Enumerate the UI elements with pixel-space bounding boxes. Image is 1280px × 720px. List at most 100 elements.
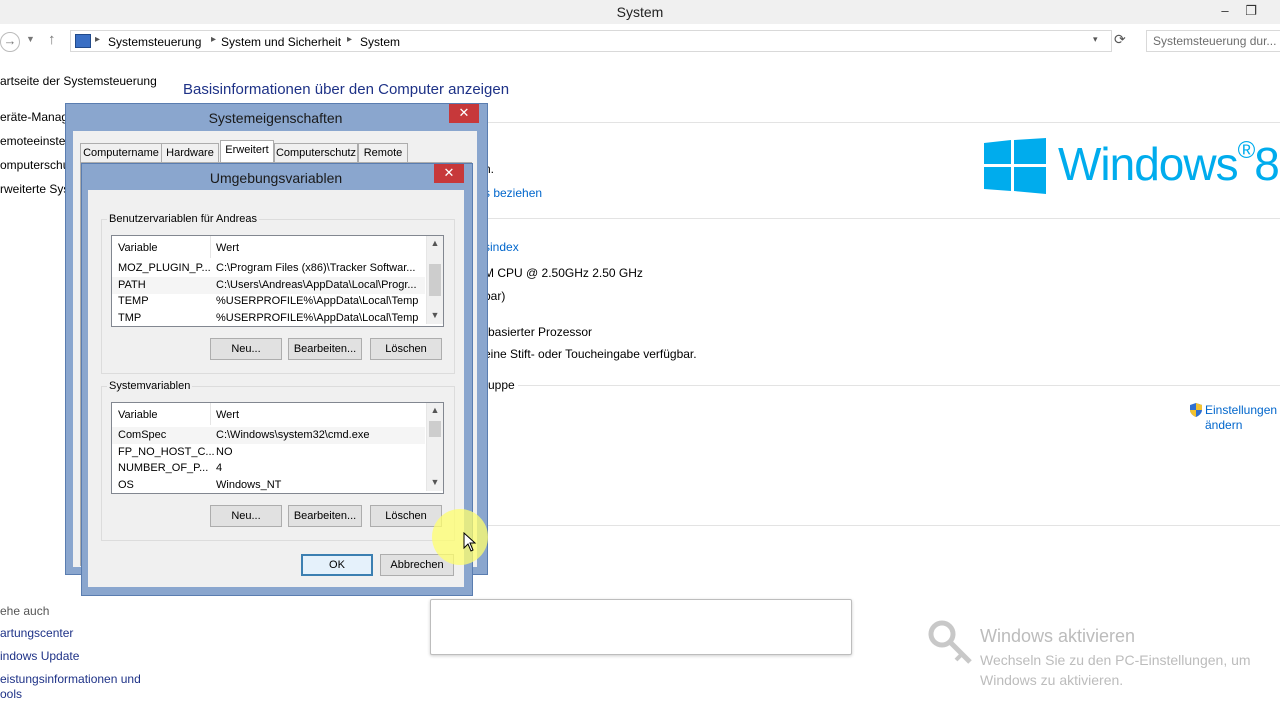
user-variables-list[interactable]: Variable Wert MOZ_PLUGIN_P... C:\Program… xyxy=(111,235,444,327)
breadcrumb-item[interactable]: System xyxy=(360,35,400,49)
activation-subtitle: Wechseln Sie zu den PC-Einstellungen, um… xyxy=(980,652,1251,688)
pen-touch-text: eine Stift- oder Toucheingabe verfügbar. xyxy=(484,347,697,361)
scrollbar[interactable]: ▲ ▼ xyxy=(426,403,443,491)
change-settings-link[interactable]: Einstellungen xyxy=(1205,403,1277,417)
tab-hardware[interactable]: Hardware xyxy=(161,143,219,162)
column-header-value[interactable]: Wert xyxy=(216,409,239,421)
get-more-features-link[interactable]: s beziehen xyxy=(484,186,542,200)
scroll-down-icon[interactable]: ▼ xyxy=(427,310,443,320)
mouse-pointer-icon xyxy=(463,531,477,555)
address-bar[interactable]: ▸ Systemsteuerung ▸ System und Sicherhei… xyxy=(70,30,1112,52)
system-delete-button[interactable]: Löschen xyxy=(370,505,442,527)
activation-title: Windows aktivieren xyxy=(980,626,1136,646)
table-row[interactable]: NUMBER_OF_P... 4 xyxy=(112,460,425,477)
search-input[interactable]: Systemsteuerung dur... xyxy=(1146,30,1280,52)
environment-variables-title: Umgebungsvariablen xyxy=(209,170,343,186)
logo-version: 8 xyxy=(1254,138,1280,190)
system-properties-tabs: Computername Hardware Erweitert Computer… xyxy=(80,140,410,163)
scroll-up-icon[interactable]: ▲ xyxy=(427,238,443,248)
see-also-performance-tools[interactable]: ools xyxy=(0,687,22,701)
see-also-windows-update[interactable]: indows Update xyxy=(0,649,79,663)
windows-logo-icon xyxy=(984,138,1046,197)
column-header-variable[interactable]: Variable xyxy=(118,242,158,254)
scroll-down-icon[interactable]: ▼ xyxy=(427,477,443,487)
blank-tooltip-box xyxy=(430,599,852,655)
column-header-value[interactable]: Wert xyxy=(216,242,239,254)
breadcrumb-item[interactable]: System und Sicherheit xyxy=(221,35,341,49)
table-row[interactable]: TEMP %USERPROFILE%\AppData\Local\Temp xyxy=(112,293,425,310)
breadcrumb-item[interactable]: Systemsteuerung xyxy=(108,35,201,49)
chevron-right-icon: ▸ xyxy=(347,34,353,45)
control-panel-home-link[interactable]: artseite der Systemsteuerung xyxy=(0,74,157,88)
system-properties-title: Systemeigenschaften xyxy=(208,110,343,126)
scroll-thumb[interactable] xyxy=(429,264,441,296)
change-settings-link-line2[interactable]: ändern xyxy=(1205,418,1242,432)
see-also-action-center[interactable]: artungscenter xyxy=(0,626,73,640)
chevron-down-icon[interactable]: ▾ xyxy=(1093,34,1098,45)
refresh-icon[interactable]: ⟳ xyxy=(1114,31,1126,48)
left-link-system-protection[interactable]: omputerschu xyxy=(0,158,69,172)
tab-remote[interactable]: Remote xyxy=(358,143,408,162)
variable-value: C:\Program Files (x86)\Tracker Softwar..… xyxy=(216,262,416,274)
table-row[interactable]: PATH C:\Users\Andreas\AppData\Local\Prog… xyxy=(112,277,425,294)
table-row[interactable]: TMP %USERPROFILE%\AppData\Local\Temp xyxy=(112,310,425,327)
environment-variables-close-button[interactable]: ✕ xyxy=(434,164,464,183)
user-delete-button[interactable]: Löschen xyxy=(370,338,442,360)
window-title: System xyxy=(616,4,664,20)
table-row[interactable]: ComSpec C:\Windows\system32\cmd.exe xyxy=(112,427,425,444)
scroll-up-icon[interactable]: ▲ xyxy=(427,405,443,415)
variable-name: NUMBER_OF_P... xyxy=(118,462,209,474)
system-edit-button[interactable]: Bearbeiten... xyxy=(288,505,362,527)
see-also-label: ehe auch xyxy=(0,604,50,618)
shield-icon xyxy=(1190,403,1202,417)
chevron-right-icon: ▸ xyxy=(95,34,101,45)
left-link-advanced-settings[interactable]: rweiterte Syst xyxy=(0,182,73,196)
variable-value: %USERPROFILE%\AppData\Local\Temp xyxy=(216,312,419,324)
ok-button[interactable]: OK xyxy=(301,554,373,576)
column-header-variable[interactable]: Variable xyxy=(118,409,158,421)
key-icon xyxy=(926,618,974,671)
scroll-thumb[interactable] xyxy=(429,421,441,437)
up-icon[interactable]: ↑ xyxy=(48,31,56,48)
forward-icon[interactable]: → xyxy=(0,32,20,52)
variable-value: C:\Windows\system32\cmd.exe xyxy=(216,429,370,441)
minimize-button[interactable]: – xyxy=(1214,2,1236,20)
variable-name: TMP xyxy=(118,312,142,324)
search-placeholder: Systemsteuerung dur... xyxy=(1153,34,1277,48)
divider xyxy=(518,385,1280,386)
control-panel-icon xyxy=(75,34,91,48)
tab-erweitert[interactable]: Erweitert xyxy=(220,140,274,162)
divider xyxy=(480,122,1280,123)
variable-name: TEMP xyxy=(118,295,149,307)
system-new-button[interactable]: Neu... xyxy=(210,505,282,527)
experience-index-link[interactable]: sindex xyxy=(484,240,519,254)
variable-value: C:\Users\Andreas\AppData\Local\Progr... xyxy=(216,279,417,291)
column-divider xyxy=(210,236,211,258)
system-type-text: -basierter Prozessor xyxy=(484,325,593,339)
user-new-button[interactable]: Neu... xyxy=(210,338,282,360)
table-row[interactable]: OS Windows_NT xyxy=(112,477,425,494)
table-row[interactable]: FP_NO_HOST_C... NO xyxy=(112,444,425,461)
variable-name: ComSpec xyxy=(118,429,167,441)
restore-button[interactable]: ❐ xyxy=(1240,2,1262,20)
system-variables-label: Systemvariablen xyxy=(107,380,193,392)
scrollbar[interactable]: ▲ ▼ xyxy=(426,236,443,324)
see-also-performance-info[interactable]: eistungsinformationen und xyxy=(0,672,141,686)
system-variables-list[interactable]: Variable Wert ComSpec C:\Windows\system3… xyxy=(111,402,444,494)
system-properties-close-button[interactable]: ✕ xyxy=(449,104,479,123)
table-row[interactable]: MOZ_PLUGIN_P... C:\Program Files (x86)\T… xyxy=(112,260,425,277)
cursor-highlight xyxy=(432,509,488,565)
tab-computerschutz[interactable]: Computerschutz xyxy=(274,143,358,162)
left-link-remote-settings[interactable]: emoteeinstel xyxy=(0,134,68,148)
user-edit-button[interactable]: Bearbeiten... xyxy=(288,338,362,360)
logo-word: Windows xyxy=(1058,138,1239,190)
tab-computername[interactable]: Computername xyxy=(80,143,162,162)
variable-name: OS xyxy=(118,479,134,491)
divider xyxy=(484,525,1280,526)
variable-name: MOZ_PLUGIN_P... xyxy=(118,262,211,274)
recent-pages-icon[interactable]: ▼ xyxy=(26,34,35,44)
variable-value: 4 xyxy=(216,462,223,474)
column-divider xyxy=(210,403,211,425)
left-link-device-manager[interactable]: eräte-Manag xyxy=(0,110,68,124)
divider xyxy=(484,218,1280,219)
